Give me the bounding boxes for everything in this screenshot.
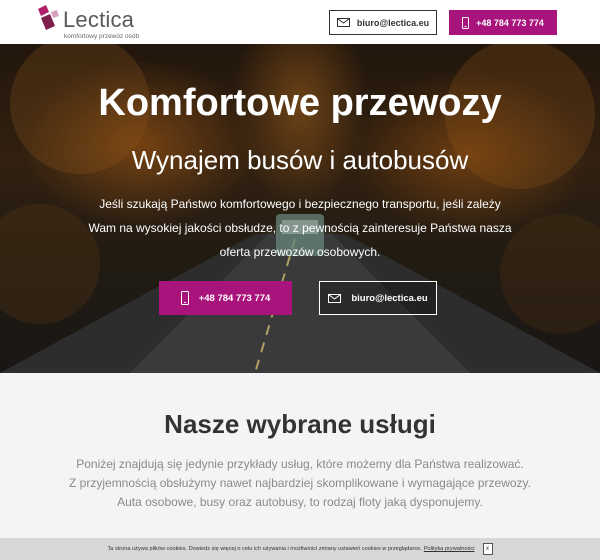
logo[interactable]: Lectica komfortowy przewóz osób <box>37 5 167 41</box>
hero-email-label: biuro@lectica.eu <box>351 292 428 304</box>
cookie-bar: Ta strona używa plików cookies. Dowiedz … <box>0 538 600 560</box>
privacy-policy-link[interactable]: Polityka prywatności <box>424 546 475 552</box>
hero-title: Komfortowe przewozy <box>98 82 502 124</box>
logo-tagline: komfortowy przewóz osób <box>64 33 140 40</box>
hero-phone-button[interactable]: +48 784 773 774 <box>159 281 292 315</box>
header-email-button[interactable]: biuro@lectica.eu <box>329 10 437 35</box>
services-line-3: Auta osobowe, busy oraz autobusy, to rod… <box>117 495 483 509</box>
hero-description: Jeśli szukają Państwo komfortowego i bez… <box>88 197 512 259</box>
cookie-text: Ta strona używa plików cookies. Dowiedz … <box>107 546 422 552</box>
services-line-1: Poniżej znajdują się jedynie przykłady u… <box>76 457 524 471</box>
hero-section: Komfortowe przewozy Wynajem busów i auto… <box>0 44 600 373</box>
envelope-icon <box>328 293 342 303</box>
phone-icon <box>180 291 189 305</box>
logo-mark-icon <box>38 5 59 30</box>
services-section: Nasze wybrane usługi Poniżej znajdują si… <box>0 373 600 560</box>
header-phone-button[interactable]: +48 784 773 774 <box>449 10 557 35</box>
header-email-label: biuro@lectica.eu <box>356 17 430 28</box>
hero-email-button[interactable]: biuro@lectica.eu <box>319 281 437 315</box>
site-header: Lectica komfortowy przewóz osób biuro@le… <box>0 0 600 44</box>
envelope-icon <box>336 18 350 27</box>
header-phone-label: +48 784 773 774 <box>476 17 544 28</box>
services-title: Nasze wybrane usługi <box>164 409 436 439</box>
services-description: Poniżej znajdują się jedynie przykłady u… <box>60 455 540 512</box>
cookie-close-button[interactable]: x <box>482 543 493 555</box>
hero-subtitle: Wynajem busów i autobusów <box>131 145 469 175</box>
logo-name: Lectica <box>63 7 135 32</box>
phone-icon <box>462 16 470 29</box>
services-line-2: Z przyjemnością obsłużymy nawet najbardz… <box>69 476 531 490</box>
hero-phone-label: +48 784 773 774 <box>198 292 271 304</box>
